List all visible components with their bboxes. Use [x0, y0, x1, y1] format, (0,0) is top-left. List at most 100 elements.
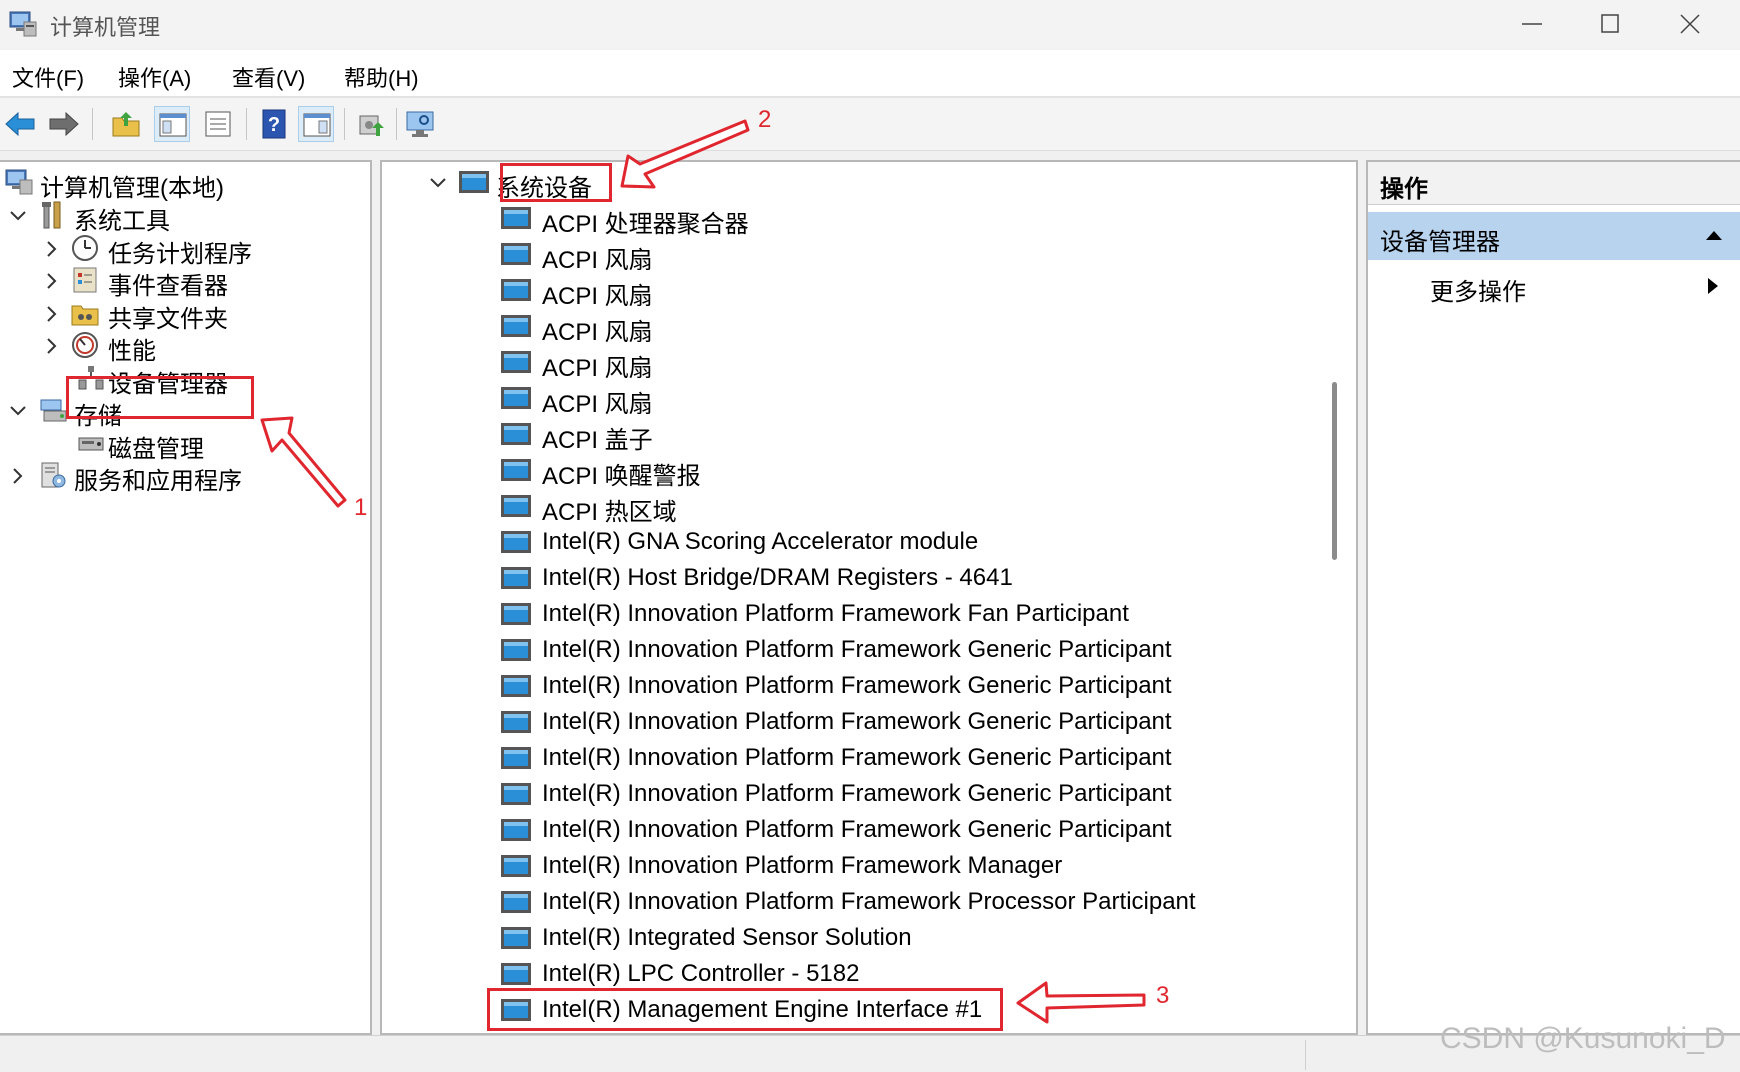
- event-log-icon: [70, 265, 100, 295]
- menu-help[interactable]: 帮助(H): [344, 61, 419, 93]
- actions-pane: 操作 设备管理器 更多操作: [1366, 160, 1740, 1035]
- tree-item-shared-folders[interactable]: 共享文件夹: [0, 295, 360, 333]
- menu-file[interactable]: 文件(F): [12, 61, 84, 93]
- system-device-icon: [500, 889, 532, 915]
- system-device-icon: [500, 925, 532, 951]
- system-device-icon: [500, 817, 532, 843]
- system-device-icon: [500, 205, 532, 231]
- more-actions-item[interactable]: 更多操作: [1368, 264, 1740, 308]
- chevron-right-icon[interactable]: [42, 335, 62, 355]
- menu-action[interactable]: 操作(A): [118, 61, 191, 93]
- highlight-system-devices: [500, 163, 612, 202]
- window-title: 计算机管理: [50, 15, 161, 40]
- vertical-scrollbar[interactable]: [1318, 162, 1356, 1033]
- svg-text:?: ?: [268, 114, 280, 136]
- system-device-icon: [500, 241, 532, 267]
- system-device-icon: [500, 853, 532, 879]
- menu-view[interactable]: 查看(V): [232, 61, 305, 93]
- action-pane-icon: [303, 113, 331, 137]
- tree-item-disk-management[interactable]: 磁盘管理: [0, 425, 360, 463]
- device-category-system[interactable]: 系统设备: [382, 164, 942, 202]
- help-icon: ?: [262, 109, 286, 139]
- tree-item-performance[interactable]: 性能: [0, 327, 360, 365]
- close-button[interactable]: [1660, 4, 1720, 44]
- watermark: CSDN @Kusunoki_D: [1440, 1022, 1726, 1055]
- chevron-down-icon[interactable]: [8, 400, 28, 420]
- system-device-icon: [500, 961, 532, 987]
- chevron-down-icon[interactable]: [8, 205, 28, 225]
- system-device-icon: [500, 457, 532, 483]
- computer-management-icon: [8, 10, 38, 38]
- system-device-icon: [500, 385, 532, 411]
- shared-folder-icon: [70, 298, 100, 328]
- system-device-icon: [500, 349, 532, 375]
- minimize-icon: [1522, 23, 1542, 25]
- system-device-icon: [500, 493, 532, 519]
- back-arrow-icon: [5, 111, 35, 137]
- storage-icon: [38, 395, 68, 425]
- performance-gauge-icon: [70, 330, 100, 360]
- close-icon: [1680, 14, 1700, 34]
- tree-item-system-tools[interactable]: 系统工具: [0, 197, 360, 235]
- scan-hardware-button[interactable]: [402, 106, 438, 142]
- tree-item-services-apps[interactable]: 服务和应用程序: [0, 457, 360, 495]
- collapse-up-icon[interactable]: [1704, 228, 1724, 242]
- back-button[interactable]: [2, 106, 38, 142]
- system-device-icon: [500, 709, 532, 735]
- tree-item-root[interactable]: 计算机管理(本地): [4, 164, 364, 202]
- minimize-button[interactable]: [1502, 4, 1562, 44]
- monitor-scan-icon: [406, 111, 434, 137]
- console-tree-icon: [159, 113, 187, 137]
- highlight-device-manager: [66, 376, 254, 419]
- actions-header: 操作: [1368, 162, 1740, 205]
- tools-icon: [38, 200, 68, 230]
- system-device-icon: [500, 781, 532, 807]
- system-device-icon: [500, 277, 532, 303]
- update-driver-icon: [359, 115, 384, 136]
- system-device-icon: [500, 313, 532, 339]
- console-tree-pane: 计算机管理(本地) 系统工具 任务计划程序 事件查看器 共享文件夹 性能 设备管…: [0, 160, 372, 1035]
- maximize-button[interactable]: [1580, 4, 1640, 44]
- maximize-icon: [1601, 14, 1619, 33]
- scrollbar-thumb[interactable]: [1332, 382, 1337, 560]
- tree-item-task-scheduler[interactable]: 任务计划程序: [0, 230, 360, 268]
- system-device-icon: [500, 637, 532, 663]
- tree-item-event-viewer[interactable]: 事件查看器: [0, 262, 360, 300]
- chevron-right-icon[interactable]: [42, 303, 62, 323]
- chevron-down-icon[interactable]: [428, 172, 448, 192]
- clock-icon: [70, 233, 100, 263]
- computer-management-icon: [4, 167, 34, 197]
- show-console-tree-button[interactable]: [154, 106, 190, 142]
- system-device-icon: [500, 601, 532, 627]
- chevron-right-icon[interactable]: [42, 270, 62, 290]
- actions-section-device-manager[interactable]: 设备管理器: [1368, 212, 1740, 260]
- help-button[interactable]: ?: [256, 106, 292, 142]
- annotation-number-1: 1: [354, 494, 368, 521]
- system-device-icon: [500, 673, 532, 699]
- annotation-number-3: 3: [1156, 982, 1170, 1009]
- menu-bar: 文件(F) 操作(A) 查看(V) 帮助(H): [0, 50, 1740, 98]
- system-device-icon: [500, 745, 532, 771]
- show-action-pane-button[interactable]: [298, 106, 334, 142]
- folder-up-icon: [112, 112, 140, 137]
- annotation-number-2: 2: [758, 106, 772, 133]
- highlight-management-engine: [487, 988, 1003, 1031]
- update-driver-button[interactable]: [354, 106, 390, 142]
- device-list-pane: 系统设备 ACPI 处理器聚合器 ACPI 风扇 ACPI 风扇 ACPI 风扇 ACP…: [380, 160, 1358, 1035]
- up-folder-button[interactable]: [108, 106, 144, 142]
- system-device-icon: [500, 565, 532, 591]
- system-device-icon: [500, 421, 532, 447]
- properties-icon: [205, 111, 231, 137]
- disk-icon: [76, 428, 106, 458]
- forward-button[interactable]: [46, 106, 82, 142]
- toolbar: ?: [0, 98, 1740, 151]
- submenu-arrow-icon: [1708, 278, 1718, 294]
- chevron-right-icon[interactable]: [8, 465, 28, 485]
- services-icon: [38, 460, 68, 490]
- title-bar: 计算机管理: [0, 0, 1740, 51]
- properties-button[interactable]: [200, 106, 236, 142]
- forward-arrow-icon: [49, 111, 79, 137]
- chevron-right-icon[interactable]: [42, 238, 62, 258]
- system-device-icon: [500, 529, 532, 555]
- system-devices-icon: [458, 167, 489, 197]
